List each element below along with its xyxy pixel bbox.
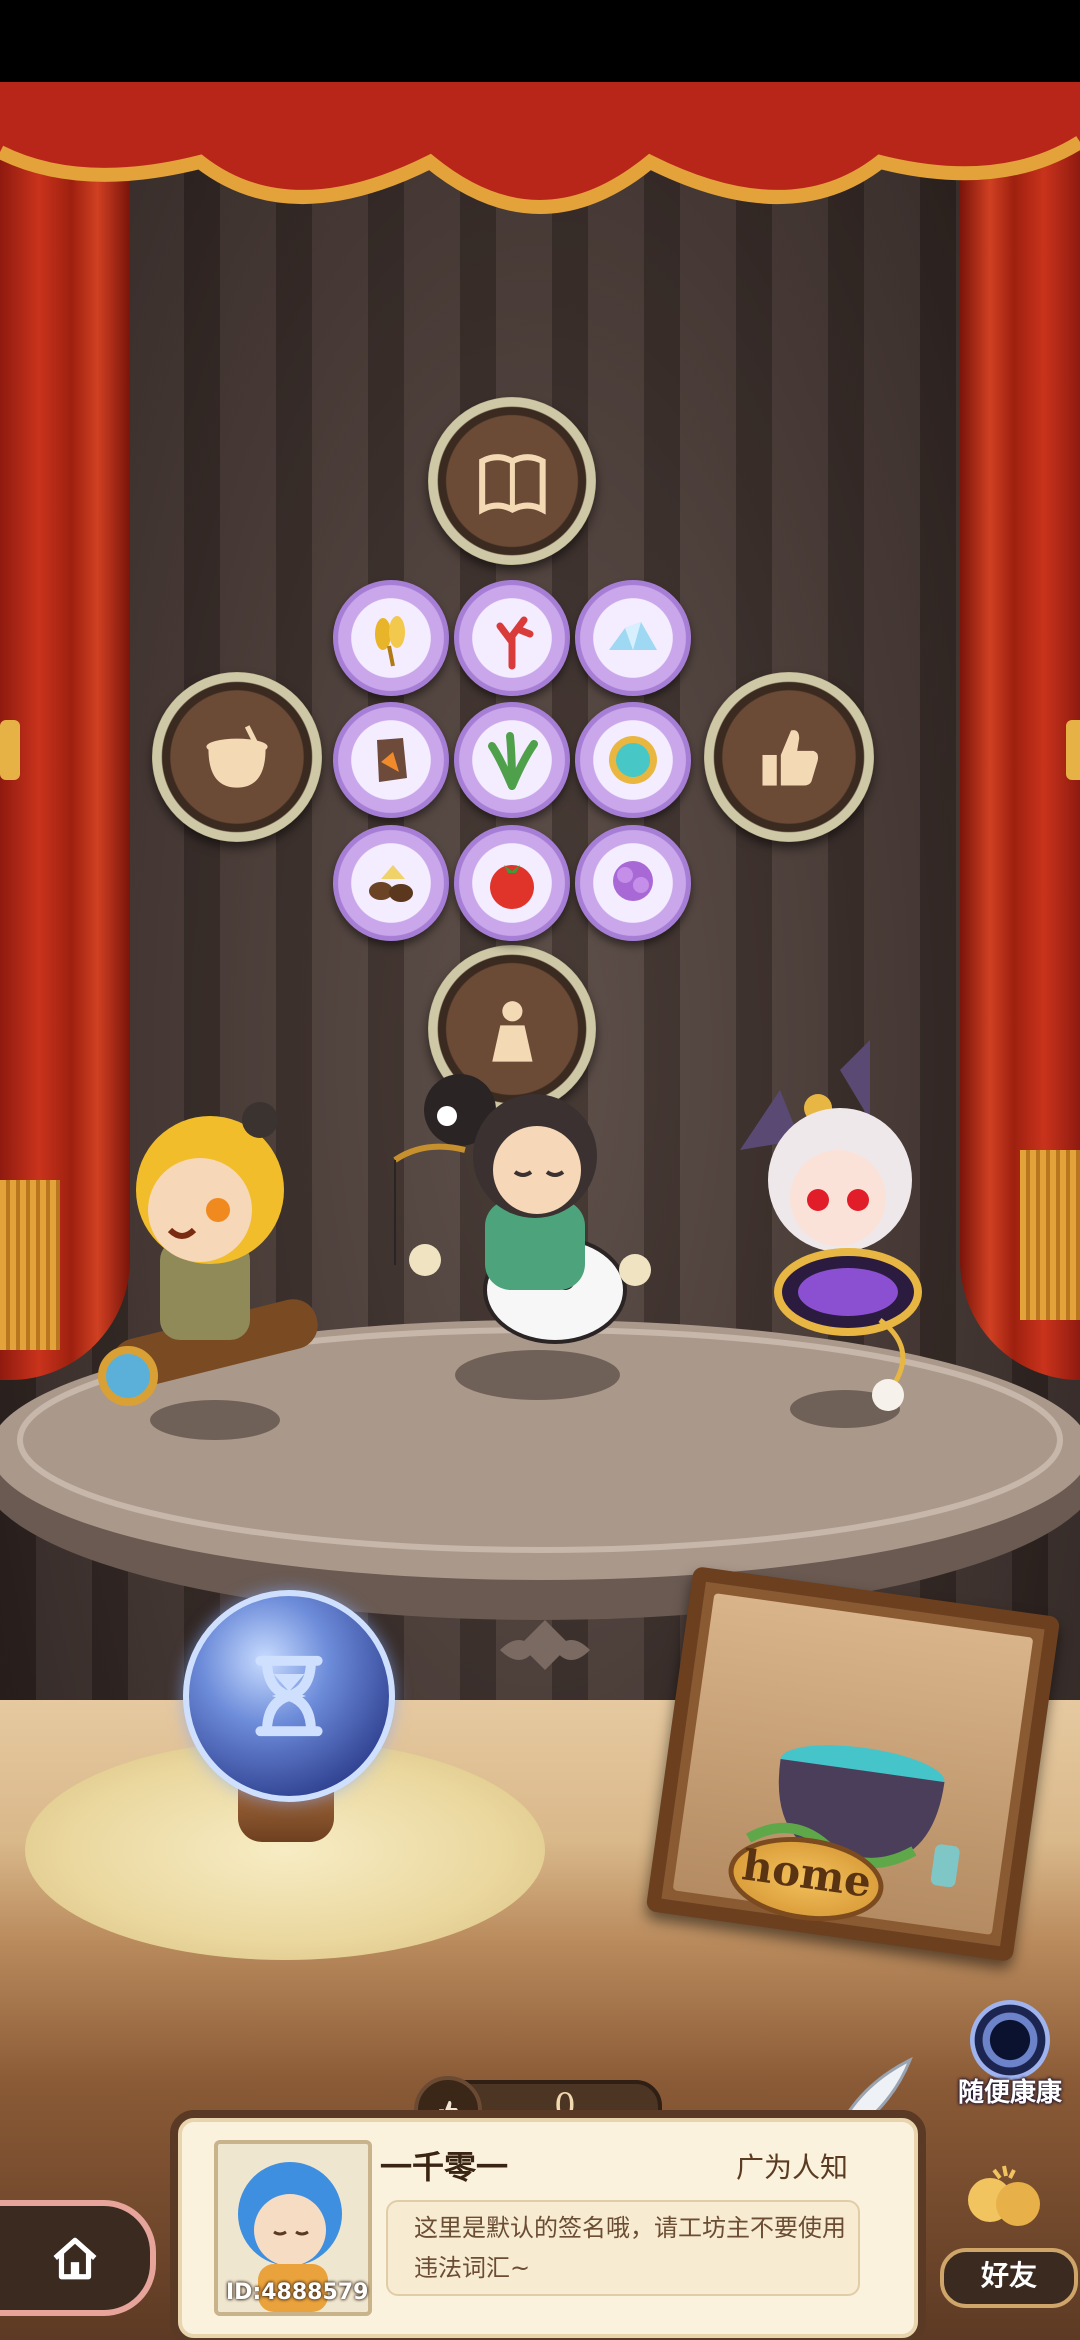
curtain-tieback-left xyxy=(0,720,20,780)
curtain-valance xyxy=(0,82,1080,214)
ingredient-ore[interactable] xyxy=(333,702,449,818)
signature-text: 这里是默认的签名哦，请工坊主不要使用违法词汇~ xyxy=(414,2214,846,2282)
house-icon xyxy=(53,2237,97,2280)
ingredient-tomato[interactable] xyxy=(454,825,570,941)
curtain-fringe-left xyxy=(0,1180,60,1350)
purple-flower-icon xyxy=(613,861,653,901)
status-bar xyxy=(0,0,1080,82)
home-button[interactable] xyxy=(0,2200,156,2316)
portal-icon xyxy=(970,2000,1050,2080)
random-browse-button[interactable]: 随便康康 xyxy=(958,2000,1062,2108)
player-name: 一千零一 xyxy=(380,2148,509,2186)
crystal-icon xyxy=(609,622,657,650)
player-id: ID:4888579 xyxy=(226,2280,369,2305)
curtain-fringe-right xyxy=(1020,1150,1080,1320)
friends-button[interactable]: 好友 xyxy=(930,2160,1080,2310)
tomato-icon xyxy=(490,865,534,909)
golden-wheat-icon xyxy=(375,616,405,667)
coral-icon xyxy=(496,616,534,670)
cauldron-medal[interactable] xyxy=(152,672,322,842)
nuts-icon xyxy=(369,865,413,902)
thumbs-up-icon xyxy=(762,730,819,786)
fame-level: 广为人知 xyxy=(736,2151,849,2184)
ingredient-coral[interactable] xyxy=(454,580,570,696)
herb-icon xyxy=(488,732,538,790)
ore-icon xyxy=(377,738,407,782)
random-browse-label: 随便康康 xyxy=(957,2078,1062,2108)
character-yinyang-fisher[interactable] xyxy=(365,1060,685,1360)
cauldron-icon xyxy=(206,725,268,788)
book-icon xyxy=(478,453,546,515)
character-bunny-portal[interactable] xyxy=(720,1030,950,1420)
ingredient-nuts[interactable] xyxy=(333,825,449,941)
hourglass-orb-button[interactable] xyxy=(183,1590,395,1802)
compass-icon xyxy=(609,736,657,784)
friends-icon xyxy=(968,2165,1040,2226)
game-stage: home 随便康康 0 ID:4888579 一千零一 广为人知 这里是默认的签… xyxy=(0,0,1080,2340)
like-medal[interactable] xyxy=(704,672,874,842)
friends-label: 好友 xyxy=(940,2248,1078,2308)
hourglass-icon xyxy=(255,1655,323,1737)
ingredient-golden-wheat[interactable] xyxy=(333,580,449,696)
ingredient-compass[interactable] xyxy=(575,702,691,818)
ingredient-herb[interactable] xyxy=(454,702,570,818)
stage-emblem xyxy=(500,1620,590,1670)
ingredient-crystal[interactable] xyxy=(575,580,691,696)
ingredient-purple-flower[interactable] xyxy=(575,825,691,941)
curtain-tieback-right xyxy=(1066,720,1080,780)
book-medal[interactable] xyxy=(428,397,596,565)
